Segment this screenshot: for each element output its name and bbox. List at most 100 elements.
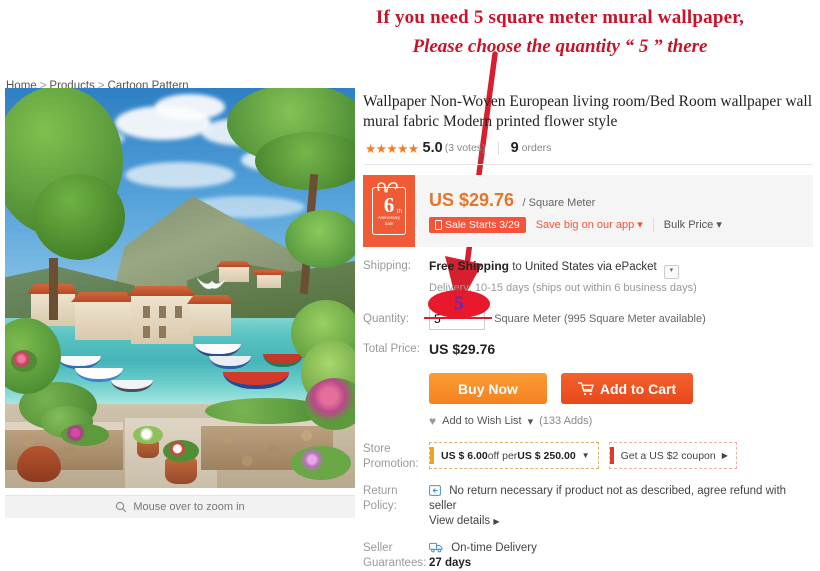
app-save-link[interactable]: Save big on our app ▾ (536, 218, 643, 231)
return-box-icon (429, 485, 441, 496)
seller-guarantees-main: On-time Delivery (429, 541, 537, 556)
store-promotion-row: Store Promotion: US $ 6.00 off per US $ … (363, 442, 813, 472)
delivery-estimate: Delivery: 10-15 days (ships out within 6… (429, 282, 697, 294)
promo-coupon-label: Get a US $2 coupon (620, 449, 716, 462)
annotation-line-1: If you need 5 square meter mural wallpap… (375, 7, 745, 28)
sale-start-label: Sale Starts 3/29 (445, 218, 520, 231)
window-shape (175, 306, 182, 318)
flower-cluster-shape (61, 424, 109, 446)
orders-count: 9 (510, 140, 519, 156)
price-info: US $29.76 / Square Meter Sale Starts 3/2… (415, 190, 722, 233)
flower-bed-shape (291, 446, 351, 480)
window-shape (143, 306, 150, 318)
return-policy-label-line-2: Policy: (363, 500, 397, 512)
return-policy-label-line-1: Return (363, 485, 398, 497)
chevron-right-icon[interactable]: ▶ (722, 451, 728, 460)
store-promotion-label: Store Promotion: (363, 442, 429, 472)
store-promotion-items: US $ 6.00 off per US $ 250.00 ▼ Get a US… (429, 442, 747, 469)
total-price-label: Total Price: (363, 343, 420, 355)
wish-list-label: Add to Wish List (442, 415, 522, 427)
roof-shape (254, 270, 284, 275)
seller-guarantees-label: Seller Guarantees: (363, 541, 429, 571)
wish-list-row[interactable]: ♥ Add to Wish List ▾ (133 Adds) (429, 414, 813, 428)
shipping-row: Shipping: Free Shipping to United States… (363, 259, 813, 296)
promo-coupon-box[interactable]: Get a US $2 coupon ▶ (608, 442, 737, 469)
seller-guarantees-row: Seller Guarantees: On-time Delivery 27 d… (363, 541, 813, 571)
product-detail-page: If you need 5 square meter mural wallpap… (0, 0, 820, 569)
add-to-cart-button[interactable]: Add to Cart (561, 373, 693, 404)
house-shape (75, 300, 131, 340)
store-promotion-label-line-1: Store (363, 443, 391, 455)
promo-discount-amount: US $ 6.00 (441, 449, 488, 462)
add-to-cart-label: Add to Cart (599, 380, 677, 397)
quantity-input[interactable] (429, 308, 485, 330)
action-buttons: Buy Now Add to Cart (429, 373, 813, 404)
anniversary-badge-icon[interactable]: 6 th Anniversary Sale (363, 175, 415, 247)
product-gallery: Mouse over to zoom in (5, 88, 355, 518)
seagull-icon (196, 276, 228, 290)
rating-row: ★★★★★ 5.0 (3 votes) 9 orders (363, 138, 813, 165)
flower-cluster-shape (133, 426, 163, 444)
shipping-to: to (512, 261, 522, 273)
seller-guarantees-value: On-time Delivery 27 days (429, 541, 537, 571)
product-price: US $29.76 (429, 189, 515, 210)
shopping-cart-icon (577, 381, 594, 395)
rating-stars-icon[interactable]: ★★★★★ (365, 141, 419, 156)
quantity-availability: Square Meter (995 Square Meter available… (494, 313, 706, 326)
shipping-main: Free Shipping to United States via ePack… (429, 259, 813, 279)
seller-guarantees-days: 27 days (429, 557, 472, 569)
product-image[interactable] (5, 88, 355, 488)
rating-score: 5.0 (422, 140, 443, 156)
quantity-annotation-underline (424, 317, 492, 319)
divider (652, 217, 654, 232)
bulk-price-link[interactable]: Bulk Price ▾ (664, 218, 722, 231)
roof-shape (216, 261, 252, 267)
sale-start-badge[interactable]: Sale Starts 3/29 (429, 216, 526, 233)
product-detail-panel: Wallpaper Non-Woven European living room… (363, 92, 813, 571)
chevron-down-icon[interactable]: ▼ (582, 451, 590, 460)
shipping-label: Shipping: (363, 260, 411, 272)
amphora-shape (17, 446, 61, 482)
anniversary-line-2: Sale (384, 221, 394, 226)
shipping-destination[interactable]: United States via ePacket (525, 261, 657, 273)
promo-discount-box[interactable]: US $ 6.00 off per US $ 250.00 ▼ (429, 442, 599, 469)
roof-shape (187, 295, 235, 304)
roof-shape (127, 286, 197, 296)
window-shape (143, 326, 150, 338)
orders-label[interactable]: orders (522, 142, 552, 154)
price-line: US $29.76 / Square Meter (429, 190, 722, 211)
flower-cluster-shape (11, 350, 37, 372)
window-shape (159, 326, 166, 338)
flower-cluster-shape (163, 440, 199, 462)
rating-votes[interactable]: (3 votes) (445, 142, 486, 154)
app-save-label: Save big on our app (535, 219, 635, 231)
quantity-label: Quantity: (363, 312, 410, 325)
annotation-line-2: Please choose the quantity “ 5 ” there (412, 35, 708, 57)
delivery-truck-icon (429, 542, 443, 553)
promo-discount-threshold: US $ 250.00 (517, 449, 576, 462)
heart-icon: ♥ (429, 414, 437, 428)
buy-now-button[interactable]: Buy Now (429, 373, 547, 404)
shipping-value: Free Shipping to United States via ePack… (429, 259, 813, 296)
quantity-value: Square Meter (995 Square Meter available… (429, 308, 813, 330)
return-policy-label: Return Policy: (363, 484, 429, 529)
free-shipping-text: Free Shipping (429, 259, 510, 273)
anniversary-line-1: Anniversary (377, 215, 401, 220)
page-title: Wallpaper Non-Woven European living room… (363, 93, 813, 130)
house-shape (191, 302, 231, 336)
total-price-value-wrap: US $29.76 (429, 342, 813, 359)
promo-discount-mid: off per (487, 449, 518, 462)
chevron-down-icon[interactable]: ▾ (663, 265, 679, 279)
return-policy-row: Return Policy: No return necessary if pr… (363, 484, 813, 529)
price-promo-row: Sale Starts 3/29 Save big on our app ▾ B… (429, 216, 722, 233)
chevron-down-icon[interactable]: ▾ (528, 415, 534, 428)
return-policy-value: No return necessary if product not as de… (429, 484, 813, 529)
total-price-row: Total Price: US $29.76 (363, 342, 813, 359)
seller-guarantees-label-line-2: Guarantees: (363, 557, 427, 569)
anniversary-card: 6 th Anniversary Sale (372, 187, 406, 235)
cloud-shape (155, 94, 225, 120)
store-promotion-label-line-2: Promotion: (363, 458, 419, 470)
zoom-hint[interactable]: Mouse over to zoom in (5, 495, 355, 518)
price-unit: / Square Meter (522, 196, 596, 209)
divider (497, 141, 499, 155)
